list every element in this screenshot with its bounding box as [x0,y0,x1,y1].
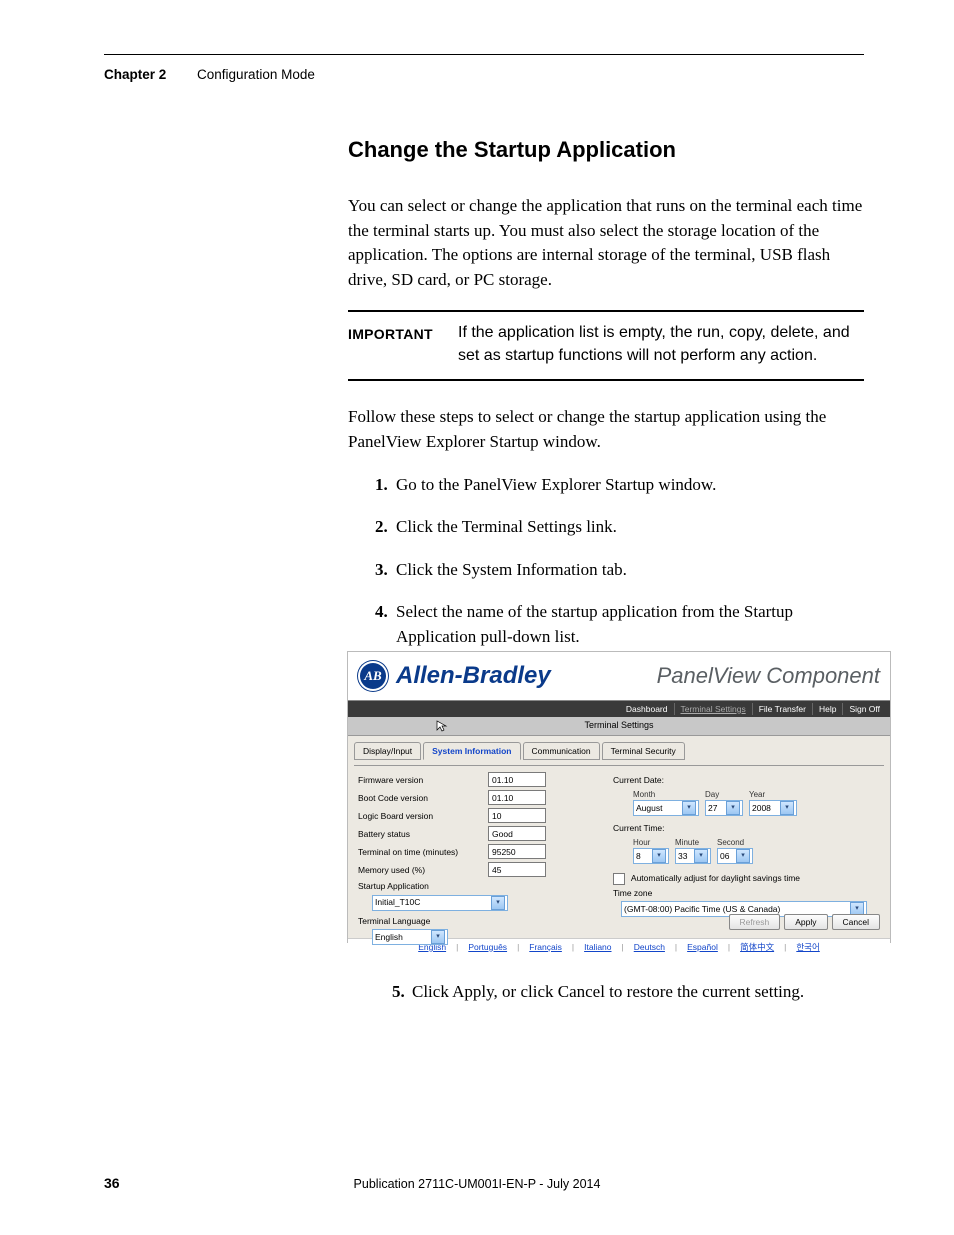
step-5-text: Click Apply, or click Cancel to restore … [412,982,804,1001]
important-text: If the application list is empty, the ru… [458,322,864,367]
tab-display-input[interactable]: Display/Input [354,742,421,760]
ab-logo-icon: AB [358,661,388,691]
startup-app-value: Initial_T10C [375,896,420,908]
step-5: 5.Click Apply, or click Cancel to restor… [392,980,862,1005]
nav-help[interactable]: Help [812,703,842,715]
brand-text: Allen-Bradley [396,659,551,694]
nav-terminal-settings[interactable]: Terminal Settings [674,703,752,715]
memory-label: Memory used (%) [358,864,488,876]
nav-sign-off[interactable]: Sign Off [842,703,886,715]
startup-app-label: Startup Application [358,880,593,892]
button-row: Refresh Apply Cancel [729,914,881,930]
step-2: Click the Terminal Settings link. [392,515,864,540]
running-header: Chapter 2 Configuration Mode [104,65,315,85]
second-label: Second [717,837,753,849]
chevron-down-icon: ▾ [694,849,708,863]
chevron-down-icon: ▾ [682,801,696,815]
chevron-down-icon: ▾ [491,896,505,910]
chevron-down-icon: ▾ [780,801,794,815]
tab-bar: Display/Input System Information Communi… [354,742,884,760]
firmware-label: Firmware version [358,774,488,786]
current-date-label: Current Date: [613,774,880,786]
year-select[interactable]: 2008▾ [749,800,797,816]
tab-terminal-security[interactable]: Terminal Security [602,742,685,760]
important-label: IMPORTANT [348,322,458,367]
battery-value: Good [488,826,546,841]
minute-select[interactable]: 33▾ [675,848,711,864]
logicboard-value: 10 [488,808,546,823]
refresh-button[interactable]: Refresh [729,914,781,930]
timezone-label: Time zone [613,887,880,899]
cancel-button[interactable]: Cancel [832,914,880,930]
top-nav: Dashboard Terminal Settings File Transfe… [348,701,890,717]
nav-dashboard[interactable]: Dashboard [620,703,674,715]
month-select[interactable]: August▾ [633,800,699,816]
logicboard-label: Logic Board version [358,810,488,822]
chevron-down-icon: ▾ [431,930,445,944]
section-label: Configuration Mode [197,67,315,82]
nav-file-transfer[interactable]: File Transfer [752,703,812,715]
page-title: Change the Startup Application [348,134,864,166]
tab-communication[interactable]: Communication [523,742,600,760]
year-label: Year [749,789,797,801]
firmware-value: 01.10 [488,772,546,787]
product-title: PanelView Component [657,660,880,692]
settings-panel: Display/Input System Information Communi… [348,736,890,938]
sub-header: Terminal Settings [348,717,890,736]
left-column: Firmware version01.10 Boot Code version0… [358,772,593,945]
bootcode-value: 01.10 [488,790,546,805]
lead-paragraph: Follow these steps to select or change t… [348,405,864,454]
dst-label: Automatically adjust for daylight saving… [631,873,800,883]
hour-select[interactable]: 8▾ [633,848,669,864]
second-select[interactable]: 06▾ [717,848,753,864]
chevron-down-icon: ▾ [652,849,666,863]
dst-checkbox[interactable] [613,873,625,885]
step-1: Go to the PanelView Explorer Startup win… [392,473,864,498]
intro-paragraph: You can select or change the application… [348,194,864,293]
ontime-label: Terminal on time (minutes) [358,846,488,858]
memory-value: 45 [488,862,546,877]
publication-id: Publication 2711C-UM001I-EN-P - July 201… [0,1175,954,1193]
day-select[interactable]: 27▾ [705,800,743,816]
terminal-language-select[interactable]: English ▾ [372,929,448,945]
banner: AB Allen-Bradley PanelView Component [348,652,890,701]
step-3: Click the System Information tab. [392,558,864,583]
sub-header-title: Terminal Settings [584,719,653,732]
step-list: Go to the PanelView Explorer Startup win… [348,473,864,650]
chapter-label: Chapter 2 [104,67,166,82]
startup-app-select[interactable]: Initial_T10C ▾ [372,895,508,911]
header-rule [104,54,864,55]
panelview-screenshot: AB Allen-Bradley PanelView Component Das… [348,652,890,942]
battery-label: Battery status [358,828,488,840]
bootcode-label: Boot Code version [358,792,488,804]
month-label: Month [633,789,699,801]
terminal-language-value: English [375,931,403,943]
day-label: Day [705,789,743,801]
terminal-language-label: Terminal Language [358,915,593,927]
hour-label: Hour [633,837,669,849]
important-box: IMPORTANT If the application list is emp… [348,310,864,381]
chevron-down-icon: ▾ [736,849,750,863]
current-time-label: Current Time: [613,822,880,834]
apply-button[interactable]: Apply [784,914,827,930]
tab-system-information[interactable]: System Information [423,742,520,760]
ontime-value: 95250 [488,844,546,859]
step-4: Select the name of the startup applicati… [392,600,864,649]
minute-label: Minute [675,837,711,849]
chevron-down-icon: ▾ [726,801,740,815]
cursor-icon [436,720,448,732]
